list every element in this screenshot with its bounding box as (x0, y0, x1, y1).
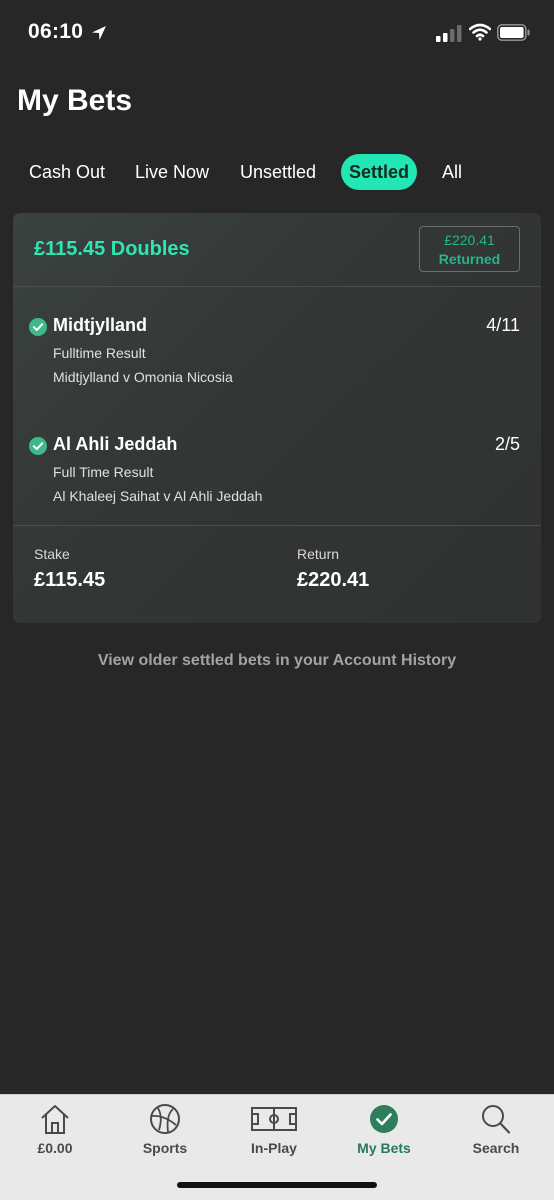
stake-label: Stake (34, 546, 70, 562)
return-value: £220.41 (297, 569, 370, 591)
check-circle-icon (29, 437, 47, 455)
bet-title: £115.45 Doubles (34, 238, 190, 260)
nav-label: In-Play (251, 1140, 297, 1156)
status-time: 06:10 (28, 20, 84, 43)
returned-amount: £220.41 (444, 232, 495, 248)
nav-item-search[interactable]: Search (441, 1103, 551, 1163)
account-history-link[interactable]: View older settled bets in your Account … (0, 652, 554, 670)
wifi-icon (469, 23, 491, 41)
selection-name: Midtjylland (53, 315, 147, 335)
status-bar: 06:10 (0, 0, 554, 66)
tab-cash-out[interactable]: Cash Out (29, 154, 105, 190)
stake-summary: Stake £115.45 (34, 546, 105, 592)
selection-odds: 4/11 (486, 315, 520, 335)
home-indicator (177, 1182, 377, 1188)
nav-label: £0.00 (37, 1140, 73, 1156)
nav-item-in-play[interactable]: In-Play (219, 1103, 329, 1163)
search-icon (482, 1105, 511, 1134)
bet-card-header: £115.45 Doubles £220.41 Returned (13, 213, 541, 286)
tab-live-now[interactable]: Live Now (135, 154, 209, 190)
nav-item-balance[interactable]: £0.00 (0, 1103, 110, 1163)
stake-value: £115.45 (34, 569, 106, 591)
selection-item: Midtjylland 4/11 Fulltime Result Midtjyl… (13, 310, 541, 400)
location-arrow-icon (92, 26, 106, 40)
divider (13, 525, 541, 526)
football-icon (150, 1104, 180, 1134)
check-circle-icon (370, 1105, 398, 1133)
selection-item: Al Ahli Jeddah 2/5 Full Time Result Al K… (13, 429, 541, 519)
nav-item-sports[interactable]: Sports (110, 1103, 220, 1163)
returned-badge: £220.41 Returned (419, 226, 520, 272)
bet-filter-tabs: Cash Out Live Now Unsettled Settled All (0, 154, 554, 190)
pitch-icon (251, 1107, 297, 1131)
nav-label: Sports (142, 1140, 188, 1156)
nav-label: My Bets (357, 1140, 411, 1156)
selection-name: Al Ahli Jeddah (53, 434, 178, 454)
return-label: Return (297, 546, 340, 562)
battery-icon (497, 24, 530, 41)
nav-label: Search (472, 1140, 520, 1156)
home-icon (41, 1105, 69, 1134)
returned-label: Returned (438, 251, 501, 267)
divider (13, 286, 541, 287)
bet-card[interactable]: £115.45 Doubles £220.41 Returned Midtjyl… (13, 213, 541, 623)
selection-event: Al Khaleej Saihat v Al Ahli Jeddah (53, 488, 263, 504)
selection-market: Fulltime Result (53, 345, 146, 361)
tab-all[interactable]: All (442, 154, 462, 190)
tab-settled[interactable]: Settled (341, 154, 418, 190)
selection-odds: 2/5 (494, 434, 520, 454)
signal-icon (436, 25, 462, 42)
selection-event: Midtjylland v Omonia Nicosia (53, 369, 233, 385)
page-title: My Bets (17, 84, 133, 117)
return-summary: Return £220.41 (297, 546, 369, 592)
check-circle-icon (29, 318, 47, 336)
selection-market: Full Time Result (53, 464, 154, 480)
tab-unsettled[interactable]: Unsettled (240, 154, 316, 190)
nav-item-my-bets[interactable]: My Bets (329, 1103, 439, 1163)
